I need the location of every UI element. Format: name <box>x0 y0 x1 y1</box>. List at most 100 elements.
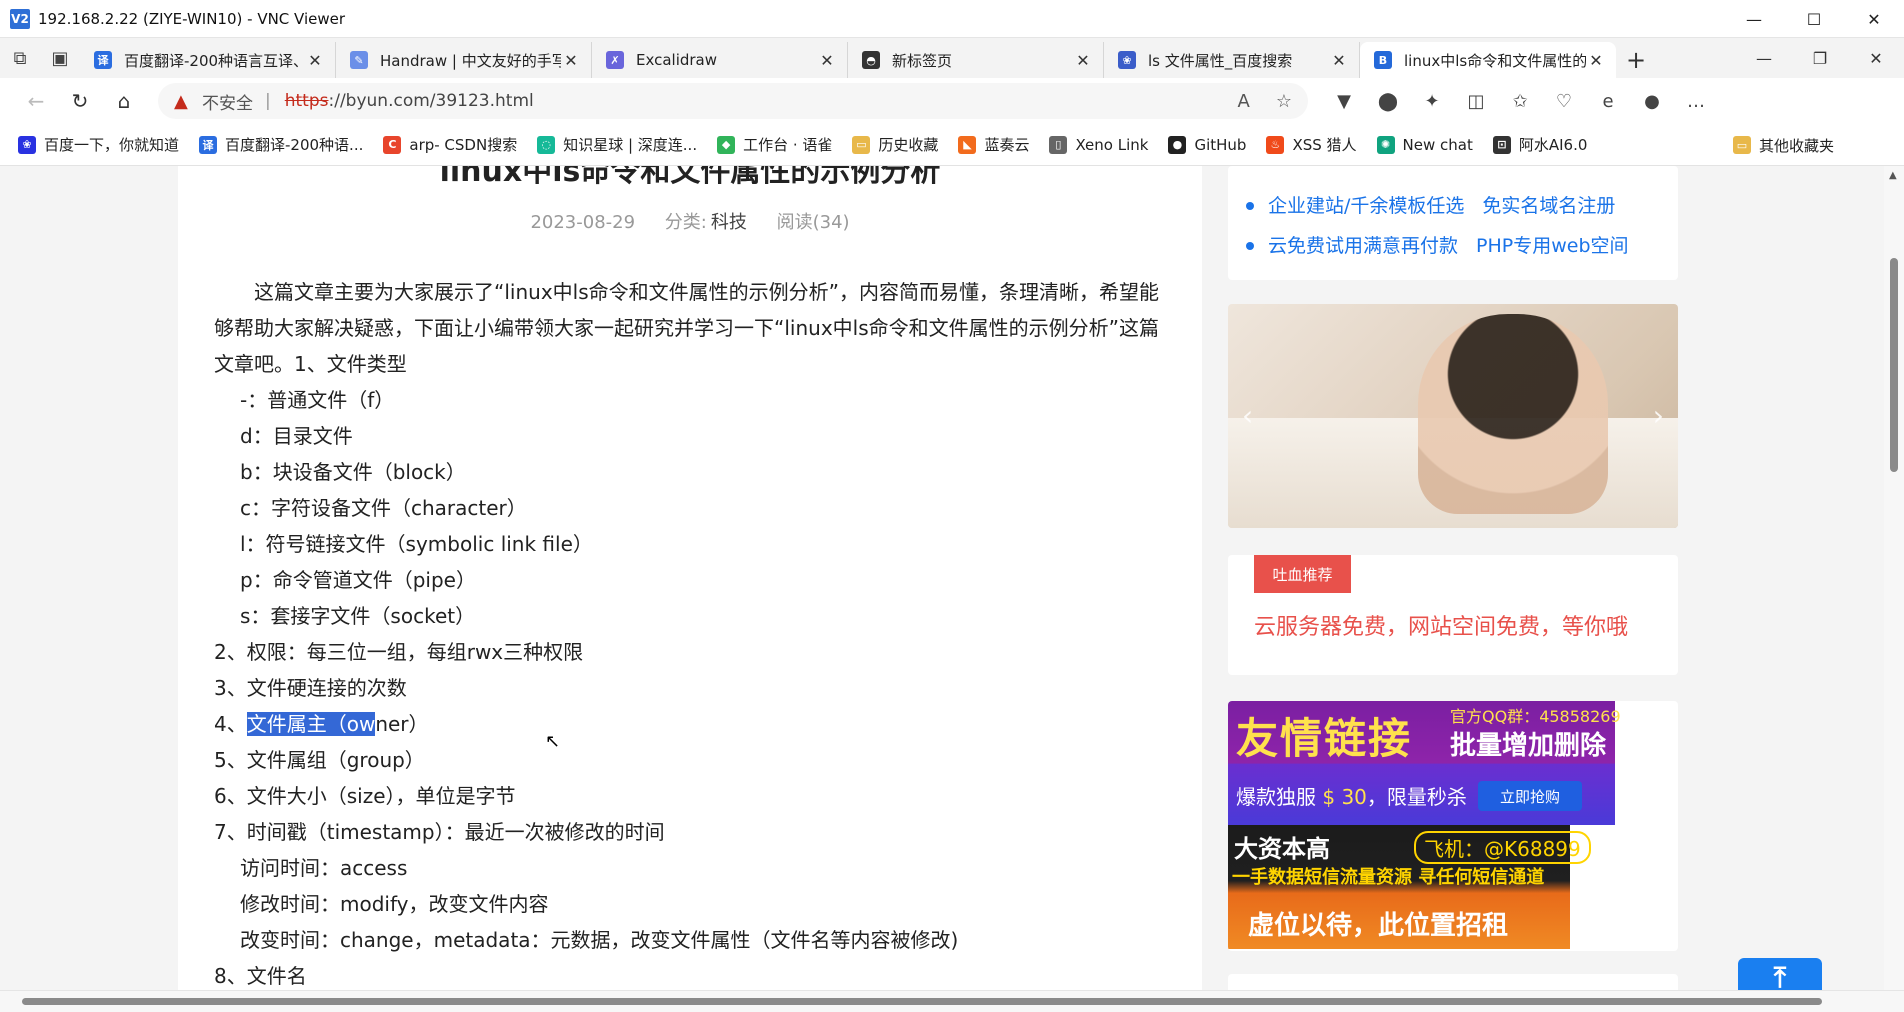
bookmark-other-folder[interactable]: ▭ 其他收藏夹 <box>1732 124 1834 166</box>
split-screen-icon[interactable]: ◫ <box>1454 83 1498 119</box>
bookmark-label: 历史收藏 <box>878 136 939 154</box>
file-type-item: s：套接字文件（socket） <box>240 604 476 628</box>
article-line: 3、文件硬连接的次数 <box>214 676 407 700</box>
new-tab-button[interactable]: + <box>1616 42 1656 78</box>
bot-icon: ⊡ <box>1492 135 1511 154</box>
bookmark-csdn[interactable]: Carp- CSDN搜索 <box>383 134 517 155</box>
bookmark-yuque[interactable]: ◆ 工作台 · 语雀 <box>717 134 832 155</box>
selected-text[interactable]: 文件属主（ow <box>246 712 376 736</box>
scrollbar-thumb[interactable] <box>22 998 1822 1005</box>
carousel-next-icon[interactable]: › <box>1653 399 1664 432</box>
browser-minimize-button[interactable]: — <box>1736 49 1792 68</box>
profile-avatar[interactable]: ● <box>1630 83 1674 119</box>
tab-new-tab[interactable]: ◓ 新标签页 ✕ <box>848 42 1104 78</box>
handraw-favicon-icon: ✎ <box>350 51 368 69</box>
sidebar-link[interactable]: PHP专用web空间 <box>1476 235 1629 257</box>
ad-banner-friend-links[interactable]: 友情链接 官方QQ群：45858269 批量增加删除 爆款独服 $ 30，限量秒… <box>1228 701 1621 825</box>
horizontal-scrollbar[interactable] <box>0 990 1904 1012</box>
tab-baidu-search[interactable]: ❀ ls 文件属性_百度搜索 ✕ <box>1104 42 1360 78</box>
bookmark-ashui-ai[interactable]: ⊡ 阿水AI6.0 <box>1492 134 1588 155</box>
tab-close-icon[interactable]: ✕ <box>1073 51 1093 70</box>
extensions-puzzle-icon[interactable]: ✦ <box>1410 83 1454 119</box>
bookmark-label: GitHub <box>1194 135 1247 154</box>
extension-filter-icon[interactable]: ▼ <box>1322 83 1366 119</box>
reload-button[interactable]: ↻ <box>58 83 102 119</box>
vnc-window-controls: — ☐ ✕ <box>1724 0 1904 38</box>
tab-close-icon[interactable]: ✕ <box>305 51 325 70</box>
browser-essentials-icon[interactable]: ♡ <box>1542 83 1586 119</box>
bookmark-label: 百度一下，你就知道 <box>44 136 180 154</box>
lanzou-icon: ◣ <box>958 135 977 154</box>
vnc-close-button[interactable]: ✕ <box>1844 0 1904 38</box>
scrollbar-thumb[interactable] <box>1890 258 1898 472</box>
category-link[interactable]: 科技 <box>711 212 747 233</box>
article-date: 2023-08-29 <box>530 212 636 233</box>
vnc-window-title: 192.168.2.22 (ZIYE-WIN10) - VNC Viewer <box>38 9 346 28</box>
bookmark-history-folder[interactable]: ▭ 历史收藏 <box>852 134 938 155</box>
recommend-link[interactable]: 云服务器免费，网站空间免费，等你哦 <box>1254 609 1628 641</box>
vnc-minimize-button[interactable]: — <box>1724 0 1784 38</box>
bookmarks-bar: ❀ 百度一下，你就知道 译百度翻译-200种语... Carp- CSDN搜索 ◌… <box>0 124 1904 166</box>
sidebar-image-carousel[interactable]: ‹ › <box>1228 304 1678 528</box>
bookmark-zsxq[interactable]: ◌ 知识星球 | 深度连... <box>537 134 697 155</box>
tab-close-icon[interactable]: ✕ <box>1586 51 1606 70</box>
address-bar[interactable]: ▲ 不安全 | https ://byun.com/39123.html A ☆ <box>158 83 1308 119</box>
bookmark-label: 知识星球 | 深度连... <box>563 136 698 154</box>
bookmark-xeno-link[interactable]: ▯ Xeno Link <box>1049 135 1149 154</box>
bookmark-label: 阿水AI6.0 <box>1518 136 1588 154</box>
back-to-top-button[interactable]: ⤒ <box>1738 958 1822 990</box>
vnc-maximize-button[interactable]: ☐ <box>1784 0 1844 38</box>
address-separator: | <box>265 91 271 111</box>
page-icon: ▯ <box>1049 135 1068 154</box>
bookmark-new-chat[interactable]: ✺ New chat <box>1376 135 1473 154</box>
sidebar-link[interactable]: 云免费试用满意再付款 <box>1268 235 1458 257</box>
carousel-prev-icon[interactable]: ‹ <box>1242 399 1253 432</box>
tab-actions-icon[interactable]: ▣ <box>40 38 80 78</box>
browser-close-button[interactable]: ✕ <box>1848 49 1904 68</box>
browser-restore-button[interactable]: ❐ <box>1792 49 1848 68</box>
timestamp-item: 修改时间：modify，改变文件内容 <box>240 892 549 916</box>
ad-subheadline: 一手数据短信流量资源 寻任何短信通道 <box>1232 867 1545 888</box>
back-button[interactable]: ← <box>14 83 58 119</box>
tab-excalidraw[interactable]: ✗ Excalidraw ✕ <box>592 42 848 78</box>
bookmark-label: Xeno Link <box>1075 135 1149 154</box>
read-aloud-icon[interactable]: A <box>1238 91 1250 112</box>
more-menu-icon[interactable]: … <box>1674 83 1718 119</box>
article-line: 2、权限：每三位一组，每组rwx三种权限 <box>214 640 584 664</box>
ad-promo: 爆款独服 $ 30，限量秒杀 <box>1236 781 1467 810</box>
home-button[interactable]: ⌂ <box>102 83 146 119</box>
tab-handraw[interactable]: ✎ Handraw | 中文友好的手写 ✕ <box>336 42 592 78</box>
scroll-up-arrow-icon[interactable]: ▲ <box>1889 170 1897 181</box>
tab-baidu-translate[interactable]: 译 百度翻译-200种语言互译、 ✕ <box>80 42 336 78</box>
ad-subheadline: 批量增加删除 <box>1450 731 1607 761</box>
bookmark-lanzou[interactable]: ◣ 蓝奏云 <box>958 134 1029 155</box>
warning-icon[interactable]: ▲ <box>174 91 194 112</box>
tab-current-article[interactable]: B linux中ls命令和文件属性的 ✕ <box>1360 42 1616 78</box>
ad-banner-sms[interactable]: 大资本高 飞机：@K68899 一手数据短信流量资源 寻任何短信通道 虚位以待，… <box>1228 825 1591 949</box>
sidebar-link[interactable]: 企业建站/千余模板任选 <box>1268 195 1464 217</box>
timestamp-item: 访问时间：access <box>240 856 408 880</box>
vertical-scrollbar[interactable]: ▲ <box>1884 166 1904 990</box>
knowledge-planet-icon: ◌ <box>537 135 556 154</box>
sidebar-links-card: 企业建站/千余模板任选 免实名域名注册 云免费试用满意再付款 PHP专用web空间 <box>1228 166 1678 280</box>
ad-for-rent: 虚位以待，此位置招租 <box>1248 911 1509 941</box>
browser-tabstrip: ⧉ ▣ 译 百度翻译-200种语言互译、 ✕ ✎ Handraw | 中文友好的… <box>0 38 1904 78</box>
favorite-star-icon[interactable]: ☆ <box>1276 91 1292 112</box>
page-viewport: linux中ls命令和文件属性的示例分析 2023-08-29 分类: 科技 阅读… <box>0 166 1884 990</box>
edge-icon[interactable]: e <box>1586 83 1630 119</box>
favorites-icon[interactable]: ✩ <box>1498 83 1542 119</box>
bookmark-xss-hunter[interactable]: ♨ XSS 猎人 <box>1266 134 1357 155</box>
bookmark-github[interactable]: ● GitHub <box>1168 135 1247 154</box>
bookmark-label: 工作台 · 语雀 <box>743 136 833 154</box>
insecure-label[interactable]: 不安全 <box>202 89 253 114</box>
tab-close-icon[interactable]: ✕ <box>1329 51 1349 70</box>
bookmark-baidu[interactable]: ❀ 百度一下，你就知道 <box>18 134 179 155</box>
ad-headline: 友情链接 <box>1236 714 1413 763</box>
bookmark-baidu-translate[interactable]: 译百度翻译-200种语... <box>199 134 363 155</box>
tab-close-icon[interactable]: ✕ <box>561 51 581 70</box>
tab-close-icon[interactable]: ✕ <box>817 51 837 70</box>
ad-buy-button[interactable]: 立即抢购 <box>1478 781 1582 811</box>
sidebar-link[interactable]: 免实名域名注册 <box>1482 195 1615 217</box>
workspaces-icon[interactable]: ⧉ <box>0 38 40 78</box>
extension-badge-icon[interactable]: ⬤ <box>1366 83 1410 119</box>
